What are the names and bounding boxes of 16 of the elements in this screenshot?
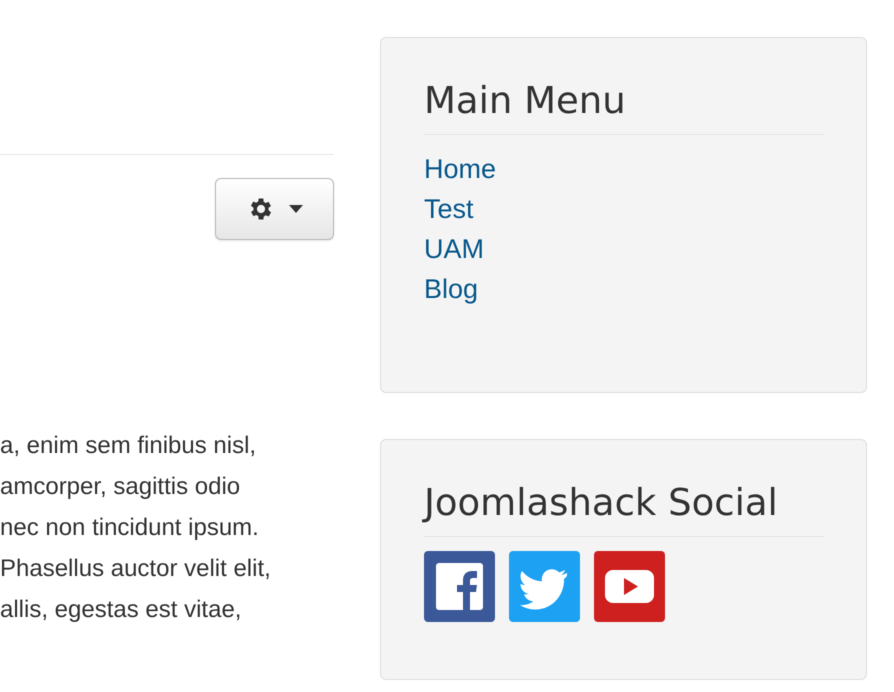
text-line: nec non tincidunt ipsum. — [0, 513, 260, 543]
text-line: amcorper, sagittis odio — [0, 472, 242, 502]
caret-icon — [288, 205, 302, 213]
play-icon[interactable] — [594, 551, 665, 622]
panel-title: Main Menu — [424, 78, 626, 124]
text-line: a, enim sem finibus nisl, — [0, 431, 258, 461]
panel-title: Joomlashack Social — [424, 480, 778, 526]
menu-link[interactable]: Blog — [424, 269, 478, 309]
text-line: Phasellus auctor velit elit, — [0, 554, 272, 584]
settings-dropdown-button[interactable] — [215, 178, 334, 240]
menu-link[interactable]: Test — [424, 189, 474, 229]
menu-link[interactable]: UAM — [424, 229, 484, 269]
f-logo-icon[interactable] — [424, 551, 495, 622]
menu-link[interactable]: Home — [424, 149, 496, 189]
bird-icon[interactable] — [509, 551, 580, 622]
text-line: allis, egestas est vitae, — [0, 595, 242, 625]
